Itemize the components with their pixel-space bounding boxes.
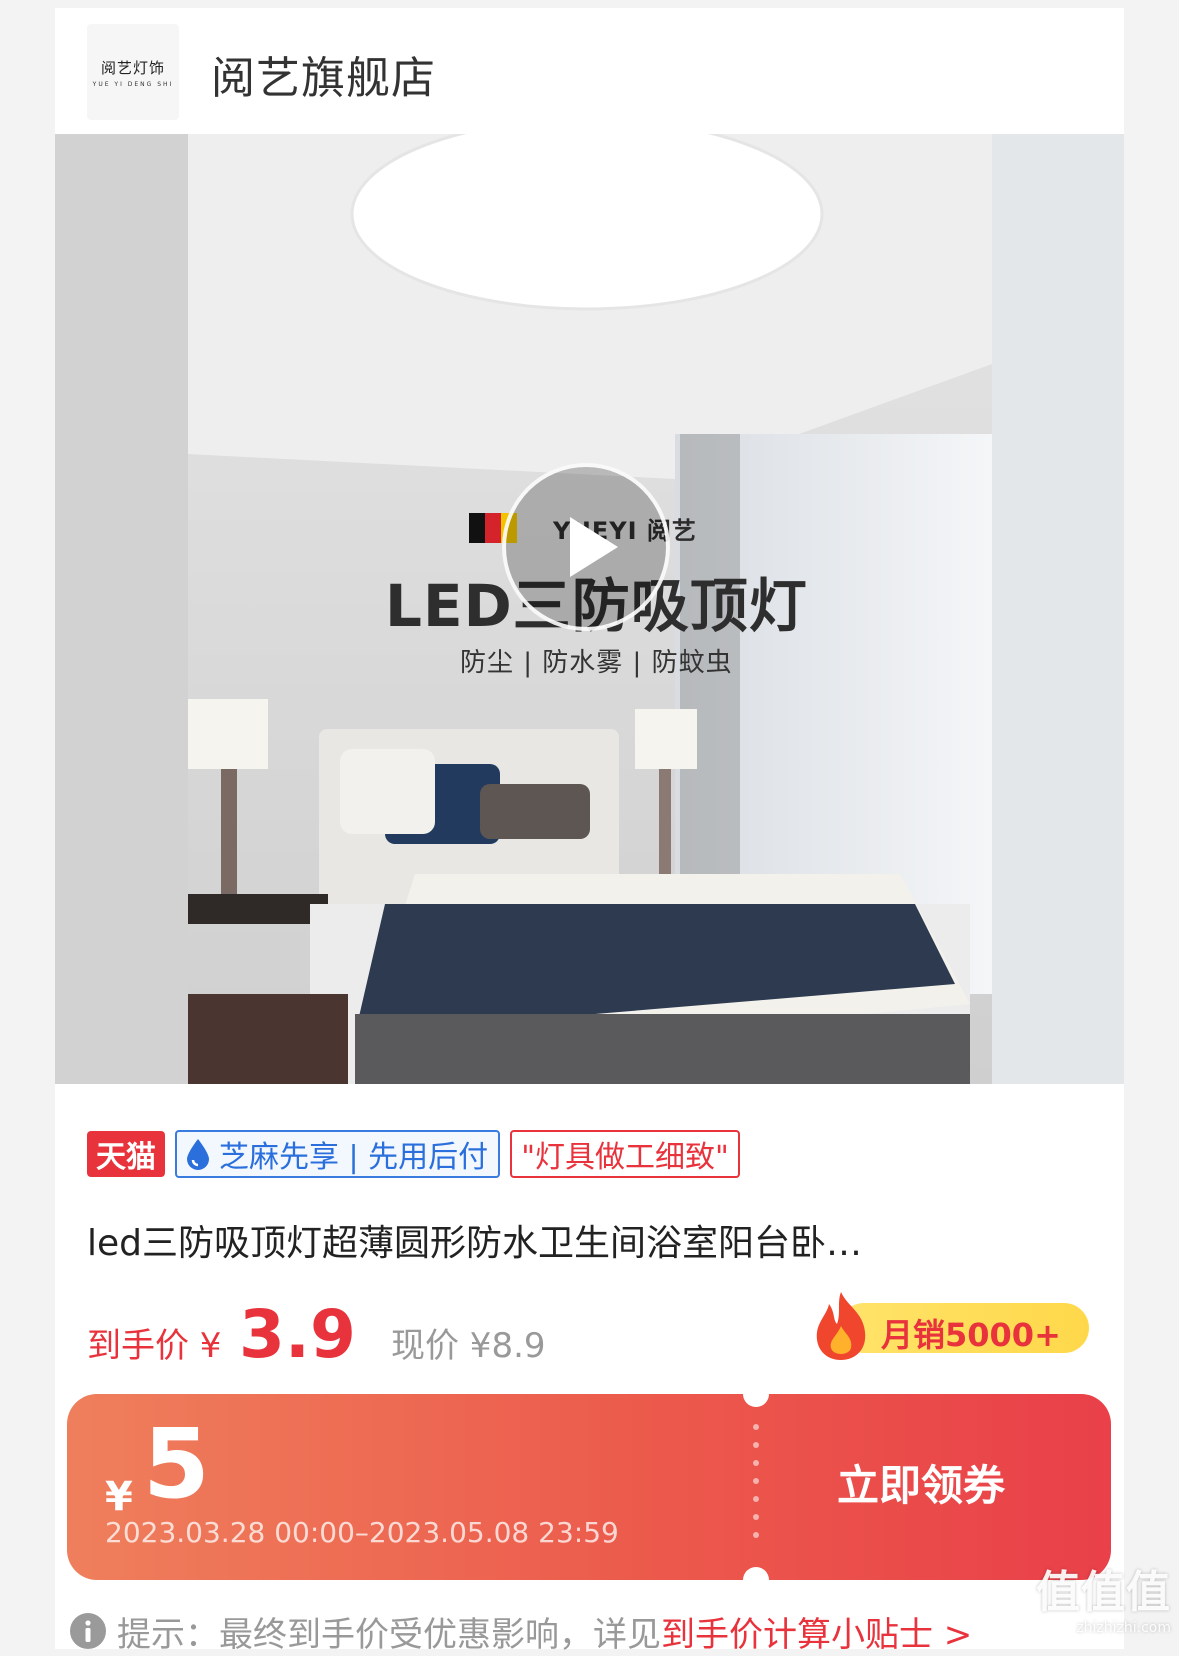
coupon-notch — [743, 1394, 769, 1407]
play-icon — [570, 517, 618, 577]
store-header[interactable]: 阅艺灯饰 YUE YI DENG SHI 阅艺旗舰店 — [55, 8, 1124, 134]
coupon-currency: ¥ — [105, 1474, 133, 1520]
watermark-logo: 值值值 — [1036, 1567, 1171, 1618]
zhima-badge: 芝麻先享 | 先用后付 — [175, 1130, 501, 1178]
coupon-validity: 2023.03.28 00:00–2023.05.08 23:59 — [105, 1516, 619, 1549]
fire-icon — [816, 1292, 866, 1360]
info-icon — [70, 1613, 106, 1649]
claim-coupon-button[interactable]: 立即领券 — [837, 1452, 1005, 1513]
coupon-card[interactable]: ¥ 5 2023.03.28 00:00–2023.05.08 23:59 立即… — [67, 1394, 1111, 1580]
price-tips-link[interactable]: 到手价计算小贴士 > — [661, 1607, 972, 1656]
product-tags: 天猫 芝麻先享 | 先用后付 "灯具做工细致" — [87, 1130, 740, 1178]
monthly-sales-badge: 月销5000+ — [811, 1292, 1096, 1360]
coupon-notch — [743, 1567, 769, 1580]
tmall-badge: 天猫 — [87, 1131, 165, 1177]
coupon-divider — [753, 1424, 759, 1550]
store-logo[interactable]: 阅艺灯饰 YUE YI DENG SHI — [87, 24, 179, 120]
final-price: 3.9 — [239, 1296, 356, 1373]
product-video[interactable]: YUEYI 阅艺 LED三防吸顶灯 防尘 | 防水雾 | 防蚊虫 — [55, 134, 1124, 1084]
watermark: 值值值 zhizhizhi.com — [1036, 1556, 1171, 1636]
zhima-drop-icon — [187, 1139, 209, 1170]
store-logo-subtext: YUE YI DENG SHI — [92, 80, 174, 88]
watermark-site: zhizhizhi.com — [1076, 1620, 1171, 1636]
monthly-sales-text: 月销5000+ — [881, 1316, 1061, 1354]
product-card: 阅艺灯饰 YUE YI DENG SHI 阅艺旗舰店 YUEYI 阅艺 LED三… — [55, 8, 1124, 1655]
current-price: 现价 ¥8.9 — [391, 1326, 546, 1366]
overlay-subtitle: 防尘 | 防水雾 | 防蚊虫 — [460, 648, 733, 678]
zhima-badge-text: 芝麻先享 | 先用后付 — [219, 1140, 489, 1175]
store-name[interactable]: 阅艺旗舰店 — [211, 42, 436, 106]
product-title[interactable]: led三防吸顶灯超薄圆形防水卫生间浴室阳台卧… — [87, 1214, 1087, 1266]
store-logo-text: 阅艺灯饰 — [100, 58, 165, 77]
review-quote-badge: "灯具做工细致" — [510, 1130, 740, 1178]
price-tip: 提示：最终到手价受优惠影响，详见 到手价计算小贴士 > — [69, 1610, 972, 1655]
play-button[interactable] — [502, 463, 670, 631]
final-price-label: 到手价 ¥ — [87, 1326, 222, 1366]
tip-text: 提示：最终到手价受优惠影响，详见 — [117, 1614, 661, 1655]
coupon-amount: 5 — [143, 1408, 210, 1520]
